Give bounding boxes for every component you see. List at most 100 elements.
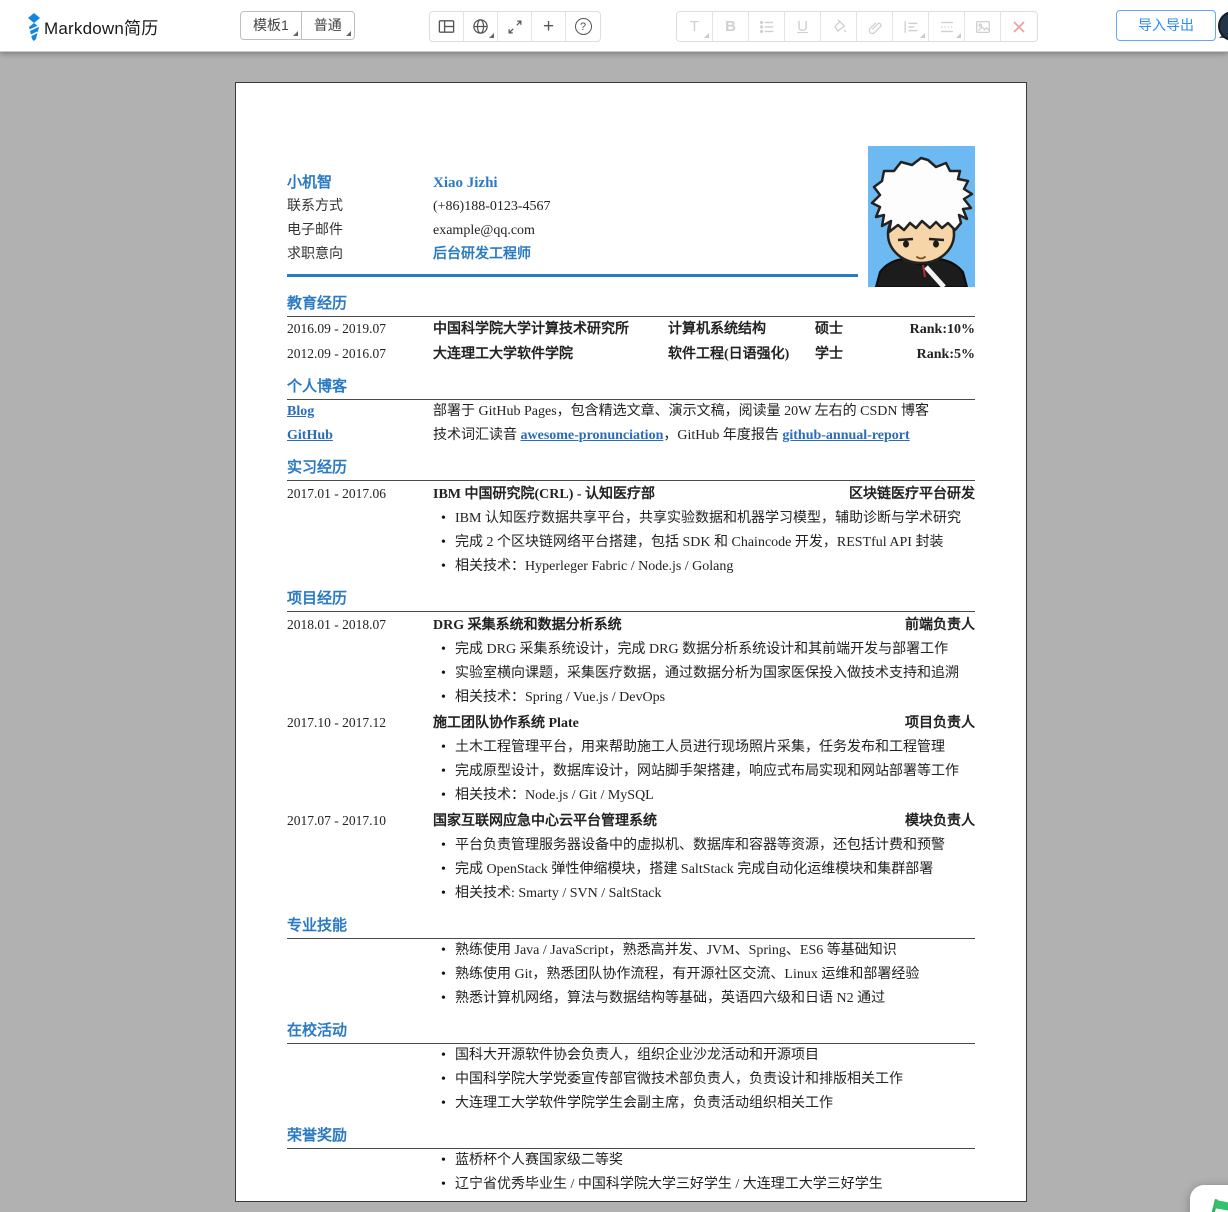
- app-title: Markdown简历: [44, 19, 159, 38]
- template-select-button[interactable]: 模板1: [240, 11, 302, 40]
- bullet-item: 国科大开源软件协会负责人，组织企业沙龙活动和开源项目: [287, 1044, 975, 1068]
- project-role: 项目负责人: [905, 714, 975, 730]
- format-tool-group: T B U: [676, 11, 1038, 42]
- insert-image-button[interactable]: [965, 12, 1001, 41]
- project-title: 国家互联网应急中心云平台管理系统: [433, 814, 657, 829]
- bold-icon: B: [725, 18, 736, 35]
- bullet-item: 中国科学院大学党委宣传部官微技术部负责人，负责设计和排版相关工作: [287, 1068, 975, 1092]
- plus-icon: +: [542, 15, 555, 37]
- section-heading-honors: 荣誉奖励: [287, 1124, 975, 1149]
- list-button[interactable]: [749, 12, 785, 41]
- app-screen: { "topbar": { "app_title": "Markdown简历",…: [0, 0, 1228, 1212]
- chevron-down-icon: [956, 33, 961, 38]
- github-desc-mid: ，GitHub 年度报告: [663, 428, 783, 443]
- objective-label: 求职意向: [287, 245, 343, 261]
- underline-icon: U: [797, 18, 808, 35]
- link-button[interactable]: [857, 12, 893, 41]
- import-export-button[interactable]: 导入导出: [1116, 10, 1224, 41]
- bullet-item: 大连理工大学软件学院学生会副主席，负责活动组织相关工作: [287, 1092, 975, 1116]
- add-button[interactable]: +: [532, 12, 566, 41]
- project-entry: 2018.01 - 2018.07 DRG 采集系统和数据分析系统 前端负责人: [287, 612, 975, 638]
- bullet-item: 相关技术：Node.js / Git / MySQL: [287, 784, 975, 808]
- layout-icon: [438, 20, 455, 33]
- chevron-down-icon: [920, 33, 925, 38]
- internship-title: IBM 中国研究院(CRL) - 认知医疗部: [433, 487, 656, 502]
- view-tool-group: + ?: [429, 11, 601, 42]
- objective-value: 后台研发工程师: [433, 245, 531, 261]
- layout-button[interactable]: [430, 12, 464, 41]
- avatar-photo: [868, 146, 975, 287]
- bullet-item: 完成 2 个区块链网络平台搭建，包括 SDK 和 Chaincode 开发，RE…: [287, 531, 975, 555]
- education-degree: 学士: [815, 347, 843, 362]
- project-role: 前端负责人: [905, 616, 975, 632]
- line-spacing-button[interactable]: [929, 12, 965, 41]
- bullet-item: 熟练使用 Java / JavaScript，熟悉高并发、JVM、Spring、…: [287, 939, 975, 963]
- expand-icon: [508, 20, 521, 33]
- contact-label: 联系方式: [287, 197, 343, 213]
- bullet-item: 土木工程管理平台，用来帮助施工人员进行现场照片采集，任务发布和工程管理: [287, 736, 975, 760]
- chevron-down-icon: [704, 33, 709, 38]
- section-heading-activities: 在校活动: [287, 1019, 975, 1044]
- honors-bullets: 蓝桥杯个人赛国家级二等奖 辽宁省优秀毕业生 / 中国科学院大学三好学生 / 大连…: [287, 1149, 975, 1197]
- style-select-button[interactable]: 普通: [301, 11, 355, 40]
- fill-color-button[interactable]: [821, 12, 857, 41]
- project-bullets: 土木工程管理平台，用来帮助施工人员进行现场照片采集，任务发布和工程管理 完成原型…: [287, 736, 975, 808]
- bullet-item: 相关技术：Spring / Vue.js / DevOps: [287, 686, 975, 710]
- education-date: 2012.09 - 2016.07: [287, 346, 386, 361]
- bold-button[interactable]: B: [713, 12, 749, 41]
- education-major: 软件工程(日语强化): [668, 347, 790, 362]
- resume-preview-page: 小机智 Xiao Jizhi 联系方式 (+86)188-0123-4567 电…: [235, 82, 1027, 1202]
- chevron-down-icon: [292, 31, 298, 36]
- bullet-item: 熟悉计算机网络，算法与数据结构等基础，英语四六级和日语 N2 通过: [287, 987, 975, 1011]
- education-major: 计算机系统结构: [668, 322, 766, 337]
- skills-bullets: 熟练使用 Java / JavaScript，熟悉高并发、JVM、Spring、…: [287, 939, 975, 1011]
- activities-bullets: 国科大开源软件协会负责人，组织企业沙龙活动和开源项目 中国科学院大学党委宣传部官…: [287, 1044, 975, 1116]
- internship-date: 2017.01 - 2017.06: [287, 486, 386, 501]
- github-description: 技术词汇读音 awesome-pronunciation，GitHub 年度报告…: [433, 424, 975, 448]
- support-widget[interactable]: [1190, 1185, 1228, 1212]
- project-date: 2017.07 - 2017.10: [287, 813, 386, 828]
- bullet-item: 完成原型设计，数据库设计，网站脚手架搭建，响应式布局实现和网站部署等工作: [287, 760, 975, 784]
- pronunciation-link[interactable]: awesome-pronunciation: [521, 428, 664, 443]
- bullet-item: 实验室横向课题，采集医疗数据，通过数据分析为国家医保投入做技术支持和追溯: [287, 662, 975, 686]
- bullet-item: 完成 DRG 采集系统设计，完成 DRG 数据分析系统设计和其前端开发与部署工作: [287, 638, 975, 662]
- font-size-button[interactable]: T: [677, 12, 713, 41]
- education-row: 2012.09 - 2016.07 大连理工大学软件学院 软件工程(日语强化) …: [287, 342, 975, 367]
- name-label: 小机智: [287, 174, 333, 191]
- bullet-item: 熟练使用 Git，熟悉团队协作流程，有开源社区交流、Linux 运维和部署经验: [287, 963, 975, 987]
- bullet-item: 完成 OpenStack 弹性伸缩模块，搭建 SaltStack 完成自动化运维…: [287, 858, 975, 882]
- language-button[interactable]: [464, 12, 498, 41]
- help-icon: ?: [574, 18, 592, 35]
- support-flag-icon: [1211, 1199, 1228, 1212]
- underline-button[interactable]: U: [785, 12, 821, 41]
- blog-row: Blog 部署于 GitHub Pages，包含精选文章、演示文稿，阅读量 20…: [287, 400, 975, 424]
- style-select-label: 普通: [313, 17, 342, 33]
- project-title: DRG 采集系统和数据分析系统: [433, 618, 622, 633]
- github-row: GitHub 技术词汇读音 awesome-pronunciation，GitH…: [287, 424, 975, 448]
- blog-description: 部署于 GitHub Pages，包含精选文章、演示文稿，阅读量 20W 左右的…: [433, 404, 929, 419]
- bullet-item: 相关技术：Hyperleger Fabric / Node.js / Golan…: [287, 555, 975, 579]
- email-label: 电子邮件: [287, 221, 343, 237]
- bullet-item: 辽宁省优秀毕业生 / 中国科学院大学三好学生 / 大连理工大学三好学生: [287, 1173, 975, 1197]
- project-bullets: 完成 DRG 采集系统设计，完成 DRG 数据分析系统设计和其前端开发与部署工作…: [287, 638, 975, 710]
- section-heading-skills: 专业技能: [287, 914, 975, 939]
- project-role: 模块负责人: [905, 812, 975, 828]
- education-rank: Rank:5%: [916, 347, 975, 362]
- blog-link[interactable]: Blog: [287, 404, 314, 419]
- template-style-group: 模板1 普通: [240, 11, 355, 40]
- import-export-label: 导入导出: [1138, 17, 1194, 33]
- github-link[interactable]: GitHub: [287, 428, 333, 443]
- project-bullets: 平台负责管理服务器设备中的虚拟机、数据库和容器等资源，还包括计费和预警 完成 O…: [287, 834, 975, 906]
- section-heading-projects: 项目经历: [287, 587, 975, 612]
- clear-format-button[interactable]: [1001, 12, 1037, 41]
- fullscreen-button[interactable]: [498, 12, 532, 41]
- annual-report-link[interactable]: github-annual-report: [782, 428, 909, 443]
- name-value: Xiao Jizhi: [433, 175, 498, 191]
- education-rank: Rank:10%: [909, 322, 975, 337]
- align-button[interactable]: [893, 12, 929, 41]
- import-export-wrap: 导入导出: [1116, 10, 1224, 41]
- project-entry: 2017.07 - 2017.10 国家互联网应急中心云平台管理系统 模块负责人: [287, 808, 975, 834]
- internship-role: 区块链医疗平台研发: [849, 485, 975, 501]
- image-icon: [975, 20, 990, 33]
- help-button[interactable]: ?: [566, 12, 600, 41]
